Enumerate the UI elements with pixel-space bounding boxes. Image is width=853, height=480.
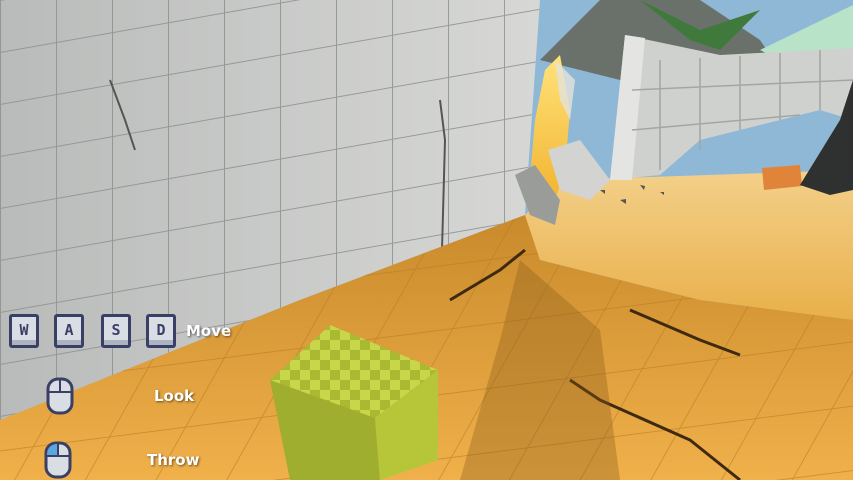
orange-block: [762, 165, 802, 190]
game-scene[interactable]: [0, 0, 853, 480]
